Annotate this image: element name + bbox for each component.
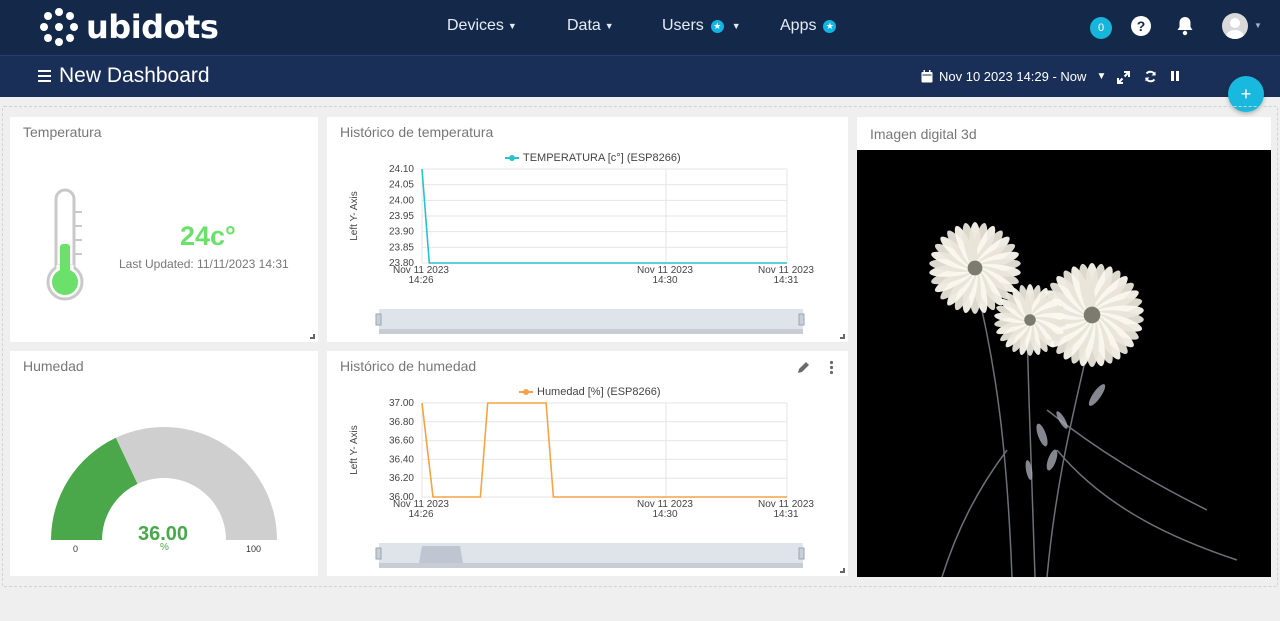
y-tick-label: 23.95: [389, 211, 414, 222]
menu-users-label: Users: [662, 17, 704, 34]
gauge-min-label: 0: [73, 544, 79, 554]
navigator-handle-left: [375, 313, 382, 326]
navigator-axis: [379, 563, 803, 568]
caret-down-icon: ▼: [1096, 71, 1107, 82]
caret-down-icon[interactable]: ▼: [1254, 21, 1262, 30]
x-tick-label: 14:26: [408, 275, 433, 286]
resize-handle[interactable]: [310, 334, 315, 339]
dashboard-title[interactable]: New Dashboard: [59, 64, 210, 88]
star-badge-icon: ★: [710, 19, 724, 33]
resize-handle[interactable]: [840, 568, 845, 573]
user-icon: [1226, 18, 1244, 39]
caret-down-icon: ▼: [507, 21, 517, 31]
flower-illustration: [929, 222, 1238, 577]
y-tick-label: 24.05: [389, 180, 414, 191]
humidity-unit: %: [160, 542, 169, 553]
navigator-background: [379, 309, 803, 329]
x-tick-label: 14:30: [652, 509, 677, 520]
date-range-label: Nov 10 2023 14:29 - Now: [939, 69, 1087, 84]
flower-center: [1083, 306, 1101, 324]
caret-down-icon: ▼: [731, 21, 741, 31]
menu-apps[interactable]: Apps ★: [780, 17, 837, 35]
y-tick-label: 23.85: [389, 242, 414, 253]
thermometer-icon: [46, 188, 84, 301]
logo-text: ubidots: [86, 8, 219, 46]
logo-icon: [40, 8, 78, 46]
x-tick-label: 14:31: [773, 509, 798, 520]
temperature-widget[interactable]: Temperatura 24c° Last Updated: 11/11/202…: [10, 117, 318, 342]
navigator-handle-left: [375, 547, 382, 560]
gauge-max-label: 100: [246, 544, 262, 554]
caret-down-icon: ▼: [604, 21, 614, 31]
top-navbar: ubidots Devices ▼ Data ▼ Users ★ ▼ Apps …: [0, 0, 1280, 55]
x-tick-label: 14:26: [408, 509, 433, 520]
humidity-widget[interactable]: Humedad 36.00 % 0 100: [10, 351, 318, 576]
x-tick-label: 14:31: [773, 275, 798, 286]
navigator-handle-right: [798, 313, 805, 326]
widget-title: Imagen digital 3d: [870, 126, 977, 142]
temperature-history-widget[interactable]: Histórico de temperatura TEMPERATURA [c°…: [327, 117, 848, 342]
x-tick-label: 14:30: [652, 275, 677, 286]
calendar-icon: [921, 70, 933, 83]
y-tick-label: 36.40: [389, 454, 414, 465]
menu-devices[interactable]: Devices ▼: [447, 17, 517, 35]
y-tick-label: 24.00: [389, 195, 414, 206]
pause-icon[interactable]: [1170, 70, 1180, 82]
star-badge-icon: ★: [823, 19, 837, 33]
y-tick-label: 23.90: [389, 227, 414, 238]
notifications-count-badge[interactable]: 0: [1090, 17, 1112, 39]
expand-icon[interactable]: [1117, 71, 1130, 84]
navigator-handle-right: [798, 547, 805, 560]
logo[interactable]: ubidots: [40, 8, 219, 46]
flower-center: [967, 260, 983, 276]
bell-icon[interactable]: [1176, 16, 1194, 36]
resize-handle[interactable]: [840, 334, 845, 339]
humidity-history-widget[interactable]: Histórico de humedad Humedad [%] (ESP826…: [327, 351, 848, 576]
date-range-selector[interactable]: Nov 10 2023 14:29 - Now ▼: [921, 69, 1106, 84]
refresh-icon[interactable]: [1144, 70, 1157, 83]
widget-title: Temperatura: [23, 124, 102, 140]
menu-data-label: Data: [567, 17, 601, 34]
y-axis-label: Left Y- Axis: [349, 425, 360, 474]
hamburger-menu-icon[interactable]: [38, 70, 51, 85]
help-icon[interactable]: ?: [1131, 16, 1151, 36]
menu-devices-label: Devices: [447, 17, 504, 34]
y-tick-label: 24.10: [389, 164, 414, 175]
series-line: [421, 402, 787, 498]
flower-image: [857, 150, 1271, 577]
last-updated-text: Last Updated: 11/11/2023 14:31: [119, 257, 289, 271]
humidity-chart[interactable]: 37.0036.8036.6036.4036.2036.00Nov 11 202…: [327, 351, 848, 576]
menu-users[interactable]: Users ★ ▼: [662, 17, 741, 35]
dashboard-header: New Dashboard Nov 10 2023 14:29 - Now ▼: [0, 55, 1280, 97]
user-avatar[interactable]: [1222, 13, 1248, 39]
navigator-series-shape: [419, 546, 463, 563]
menu-data[interactable]: Data ▼: [567, 17, 614, 35]
temperature-chart[interactable]: 24.1024.0524.0023.9523.9023.8523.80Nov 1…: [327, 117, 848, 342]
y-tick-label: 36.80: [389, 417, 414, 428]
image-widget[interactable]: Imagen digital 3d: [857, 117, 1271, 577]
temperature-value: 24c°: [180, 221, 236, 251]
y-axis-label: Left Y- Axis: [349, 191, 360, 240]
y-tick-label: 36.20: [389, 473, 414, 484]
navigator-axis: [379, 329, 803, 334]
y-tick-label: 37.00: [389, 398, 414, 409]
menu-apps-label: Apps: [780, 17, 817, 34]
y-tick-label: 36.60: [389, 436, 414, 447]
flower-center: [1024, 314, 1036, 326]
